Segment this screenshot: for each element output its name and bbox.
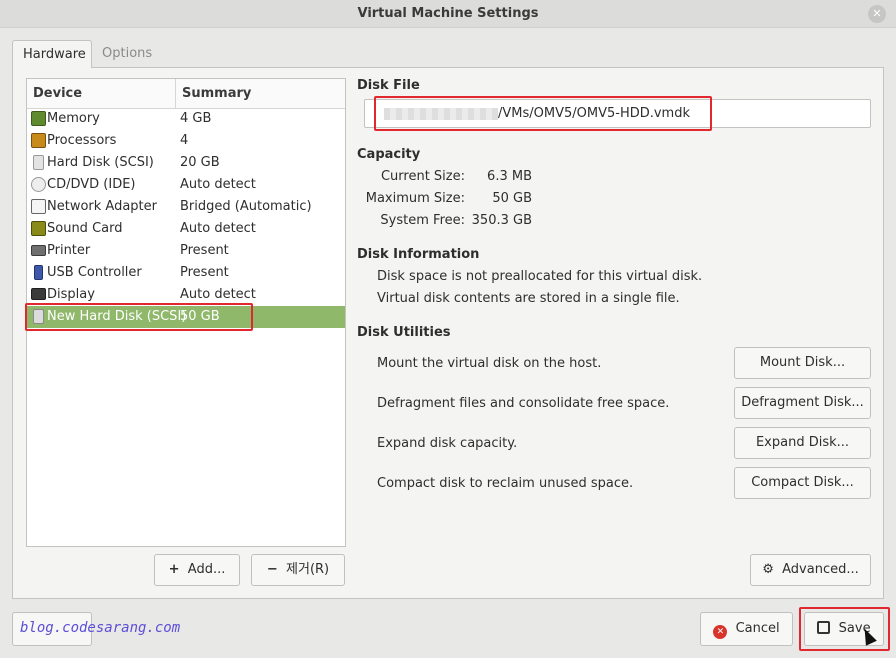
disk-info-line-2: Virtual disk contents are stored in a si…	[377, 291, 680, 306]
device-summary: Auto detect	[180, 177, 256, 192]
device-summary: Bridged (Automatic)	[180, 199, 312, 214]
device-name: Processors	[47, 133, 117, 148]
device-list-header: Device Summary	[27, 79, 345, 109]
tab-hardware[interactable]: Hardware	[12, 40, 92, 68]
plus-icon: +	[168, 562, 180, 577]
device-summary: Auto detect	[180, 287, 256, 302]
expand-description: Expand disk capacity.	[377, 436, 518, 451]
current-size-label: Current Size:	[380, 169, 465, 184]
window-title: Virtual Machine Settings	[357, 6, 539, 21]
device-name: Sound Card	[47, 221, 123, 236]
cancel-button[interactable]: ✕ Cancel	[700, 612, 793, 646]
remove-device-button[interactable]: − 제거(R)	[251, 554, 345, 586]
device-name: CD/DVD (IDE)	[47, 177, 136, 192]
capacity-title: Capacity	[357, 147, 421, 162]
processor-icon	[31, 133, 46, 148]
hard-disk-icon	[33, 155, 44, 170]
add-button-label: Add...	[187, 562, 226, 577]
minus-icon: −	[266, 562, 278, 577]
watermark-text: blog.codesarang.com	[20, 620, 181, 636]
tab-options[interactable]: Options	[92, 40, 170, 68]
device-row-sound-card[interactable]: Sound Card Auto detect	[27, 218, 345, 240]
system-free-value: 350.3 GB	[471, 213, 532, 228]
advanced-button[interactable]: ⚙ Advanced...	[750, 554, 871, 586]
network-adapter-icon	[31, 199, 46, 214]
disk-utilities-title: Disk Utilities	[357, 325, 451, 340]
gear-icon: ⚙	[762, 562, 774, 577]
device-name: Printer	[47, 243, 91, 258]
device-row-cd-dvd[interactable]: CD/DVD (IDE) Auto detect	[27, 174, 345, 196]
device-name: Hard Disk (SCSI)	[47, 155, 154, 170]
remove-button-label: 제거(R)	[286, 562, 330, 577]
compact-disk-button[interactable]: Compact Disk...	[734, 467, 871, 499]
memory-icon	[31, 111, 46, 126]
device-name: USB Controller	[47, 265, 142, 280]
summary-column-header[interactable]: Summary	[182, 86, 251, 101]
highlight-box-disk-file	[374, 96, 712, 131]
add-device-button[interactable]: + Add...	[154, 554, 240, 586]
device-row-printer[interactable]: Printer Present	[27, 240, 345, 262]
system-free-label: System Free:	[380, 213, 465, 228]
expand-disk-button[interactable]: Expand Disk...	[734, 427, 871, 459]
device-row-usb-controller[interactable]: USB Controller Present	[27, 262, 345, 284]
cancel-icon: ✕	[713, 625, 728, 639]
device-name: Display	[47, 287, 95, 302]
device-summary: Auto detect	[180, 221, 256, 236]
disk-file-title: Disk File	[357, 78, 420, 93]
device-summary: Present	[180, 243, 229, 258]
maximum-size-label: Maximum Size:	[365, 191, 465, 206]
defragment-description: Defragment files and consolidate free sp…	[377, 396, 670, 411]
device-column-header[interactable]: Device	[33, 86, 82, 101]
printer-icon	[31, 245, 46, 256]
close-icon[interactable]: ✕	[868, 5, 886, 23]
cancel-button-label: Cancel	[735, 621, 780, 636]
device-row-processors[interactable]: Processors 4	[27, 130, 345, 152]
title-bar: Virtual Machine Settings ✕	[0, 0, 896, 28]
mount-description: Mount the virtual disk on the host.	[377, 356, 602, 371]
usb-controller-icon	[34, 265, 43, 280]
maximum-size-value: 50 GB	[492, 191, 532, 206]
sound-card-icon	[31, 221, 46, 236]
device-summary: Present	[180, 265, 229, 280]
device-summary: 20 GB	[180, 155, 220, 170]
disk-info-line-1: Disk space is not preallocated for this …	[377, 269, 703, 284]
advanced-button-label: Advanced...	[782, 562, 859, 577]
device-name: Network Adapter	[47, 199, 157, 214]
device-row-memory[interactable]: Memory 4 GB	[27, 108, 345, 130]
highlight-box-new-disk	[25, 303, 253, 331]
display-icon	[31, 288, 46, 300]
current-size-value: 6.3 MB	[487, 169, 532, 184]
device-summary: 4 GB	[180, 111, 212, 126]
mount-disk-button[interactable]: Mount Disk...	[734, 347, 871, 379]
compact-description: Compact disk to reclaim unused space.	[377, 476, 634, 491]
device-summary: 4	[180, 133, 189, 148]
cd-dvd-icon	[31, 177, 46, 192]
device-row-network-adapter[interactable]: Network Adapter Bridged (Automatic)	[27, 196, 345, 218]
disk-information-title: Disk Information	[357, 247, 480, 262]
defragment-disk-button[interactable]: Defragment Disk...	[734, 387, 871, 419]
device-name: Memory	[47, 111, 100, 126]
column-divider	[175, 79, 176, 109]
highlight-box-save	[799, 607, 890, 651]
device-row-hard-disk[interactable]: Hard Disk (SCSI) 20 GB	[27, 152, 345, 174]
